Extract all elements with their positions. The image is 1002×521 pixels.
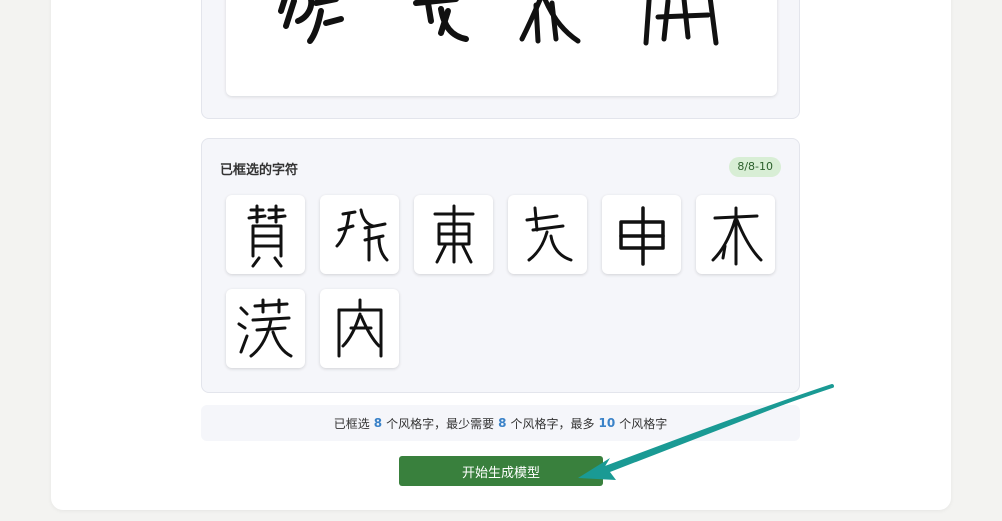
- selected-count: 8: [373, 416, 383, 430]
- info-text-4: 个风格字: [619, 416, 668, 431]
- info-text-3: 个风格字，最多: [510, 416, 595, 431]
- info-text-1: 已框选: [333, 416, 370, 431]
- maximum-count: 10: [598, 416, 616, 430]
- character-glyph-2: [335, 208, 388, 261]
- character-tile-2[interactable]: [320, 195, 399, 274]
- start-generate-model-button[interactable]: 开始生成模型: [399, 456, 603, 486]
- panel-title: 已框选的字符: [220, 163, 299, 178]
- character-tile-1[interactable]: [226, 195, 305, 274]
- character-tile-3[interactable]: [414, 195, 493, 274]
- character-glyph-6: [711, 206, 762, 265]
- character-tile-7[interactable]: [226, 289, 305, 368]
- character-glyph-5: [618, 205, 665, 266]
- preview-canvas: [226, 0, 777, 96]
- preview-glyphs: [278, 0, 719, 46]
- character-glyph-3: [433, 204, 474, 263]
- count-badge: 8/8-10: [729, 157, 781, 177]
- character-glyph-7: [237, 298, 292, 357]
- minimum-count: 8: [498, 416, 507, 430]
- preview-panel: [201, 0, 800, 119]
- character-glyph-8: [337, 298, 382, 357]
- info-text-2: 个风格字，最少需要: [386, 416, 495, 431]
- character-glyph-4: [525, 206, 572, 261]
- character-glyph-1: [247, 204, 286, 267]
- selected-characters-panel: 已框选的字符 8/8-10: [201, 138, 800, 393]
- character-tile-5[interactable]: [602, 195, 681, 274]
- selection-info-bar: 已框选 8 个风格字，最少需要 8 个风格字，最多 10 个风格字: [201, 405, 800, 441]
- character-tile-6[interactable]: [696, 195, 775, 274]
- character-tile-4[interactable]: [508, 195, 587, 274]
- character-tile-8[interactable]: [320, 289, 399, 368]
